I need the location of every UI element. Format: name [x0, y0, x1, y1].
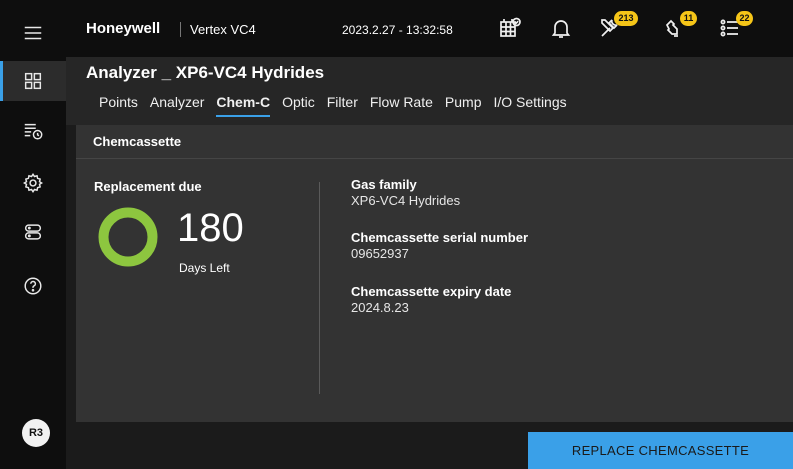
maintenance-badge: 213 — [614, 11, 638, 26]
alarms-button[interactable] — [549, 16, 575, 42]
bell-icon — [551, 20, 571, 38]
gas-family-value: XP6-VC4 Hydrides — [351, 193, 461, 208]
page-header: Analyzer _ XP6-VC4 Hydrides Points Analy… — [66, 57, 793, 125]
panel-divider — [76, 158, 793, 159]
expiry-date-label: Chemcassette expiry date — [351, 284, 512, 299]
help-icon — [24, 277, 42, 295]
tab-pump[interactable]: Pump — [441, 94, 486, 117]
product-name: Vertex VC4 — [190, 22, 256, 37]
days-left-value: 180 — [177, 206, 244, 250]
faults-badge: 11 — [680, 11, 697, 26]
events-badge: 22 — [736, 11, 753, 26]
expiry-block: Chemcassette expiry date 2024.8.23 — [351, 284, 511, 315]
serial-number-label: Chemcassette serial number — [351, 230, 529, 245]
grid-icon — [24, 72, 42, 90]
days-left-ring — [98, 207, 158, 267]
hamburger-menu-icon — [24, 26, 42, 40]
sidebar-item-dashboard[interactable] — [0, 61, 66, 101]
tab-bar: Points Analyzer Chem-C Optic Filter Flow… — [95, 94, 575, 117]
menu-button[interactable] — [0, 13, 66, 53]
gear-icon — [22, 172, 44, 194]
page-title: Analyzer _ XP6-VC4 Hydrides — [86, 63, 325, 82]
schedule-button[interactable] — [498, 16, 524, 42]
tab-filter[interactable]: Filter — [323, 94, 362, 117]
days-left-label: Days Left — [179, 261, 230, 275]
tab-analyzer[interactable]: Analyzer — [146, 94, 208, 117]
serial-number-value: 09652937 — [351, 246, 409, 261]
serial-block: Chemcassette serial number 09652937 — [351, 230, 528, 261]
sidebar: R3 — [0, 0, 66, 469]
maintenance-button[interactable]: 213 — [598, 11, 638, 42]
gas-family-label: Gas family — [351, 177, 417, 192]
tab-points[interactable]: Points — [95, 94, 142, 117]
sidebar-item-help[interactable] — [0, 266, 66, 306]
calendar-check-icon — [500, 17, 521, 37]
brand-logo: Honeywell — [86, 20, 161, 37]
sidebar-item-event-history[interactable] — [0, 111, 66, 151]
chemcassette-panel: Chemcassette Replacement due 180 Days Le… — [76, 125, 793, 422]
user-avatar[interactable]: R3 — [22, 419, 50, 447]
sidebar-item-devices[interactable] — [0, 212, 66, 252]
tab-io-settings[interactable]: I/O Settings — [489, 94, 570, 117]
replacement-due-label: Replacement due — [94, 179, 202, 194]
gas-family-block: Gas family XP6-VC4 Hydrides — [351, 177, 460, 208]
tab-optic[interactable]: Optic — [278, 94, 319, 117]
list-clock-icon — [24, 123, 43, 140]
panel-title: Chemcassette — [93, 134, 182, 149]
top-bar: Honeywell Vertex VC4 2023.2.27 - 13:32:5… — [66, 0, 793, 57]
column-divider — [319, 182, 320, 394]
events-button[interactable]: 22 — [718, 11, 753, 42]
expiry-date-value: 2024.8.23 — [351, 300, 409, 315]
tab-chem-c[interactable]: Chem-C — [212, 94, 274, 117]
sidebar-item-settings[interactable] — [0, 163, 66, 203]
tab-flow-rate[interactable]: Flow Rate — [366, 94, 437, 117]
device-stack-icon — [24, 224, 42, 240]
faults-button[interactable]: 11 — [662, 11, 697, 42]
replace-chemcassette-button[interactable]: REPLACE CHEMCASSETTE — [528, 432, 793, 469]
brand-separator — [180, 22, 181, 37]
date-time: 2023.2.27 - 13:32:58 — [342, 23, 453, 37]
